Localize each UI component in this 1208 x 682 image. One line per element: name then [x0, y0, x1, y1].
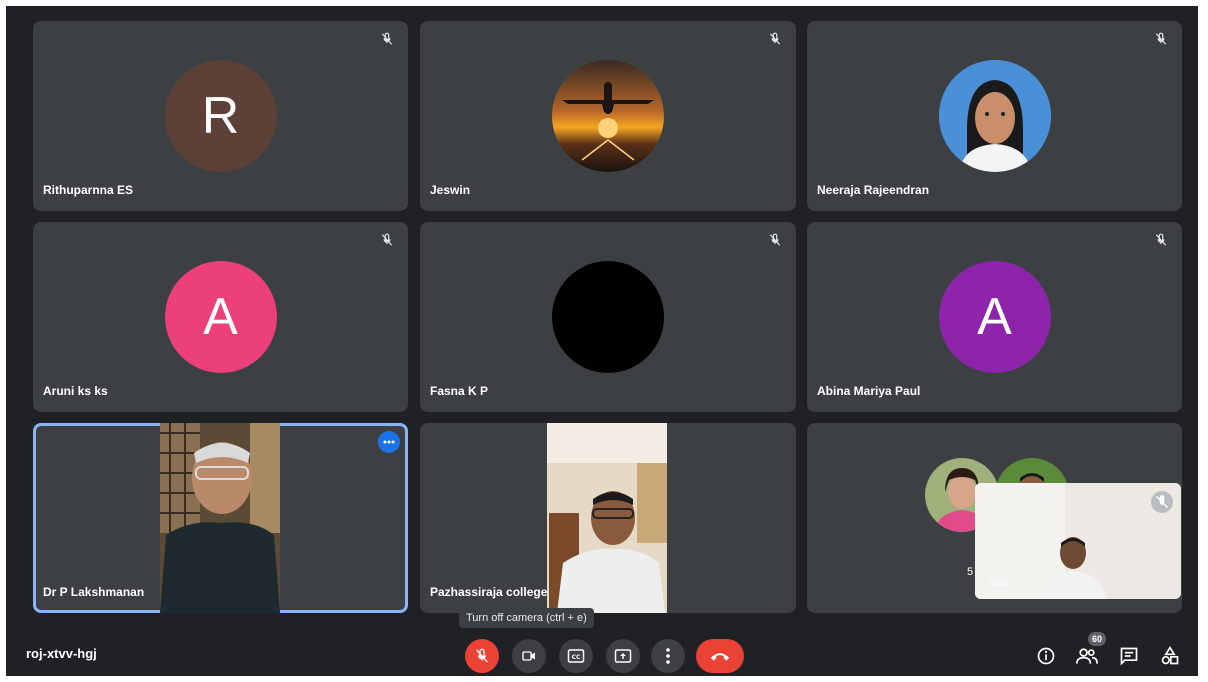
people-icon: [1076, 648, 1098, 664]
self-label: You: [989, 577, 1008, 589]
participant-name: Pazhassiraja college: [430, 585, 548, 599]
participant-tile[interactable]: A Abina Mariya Paul: [807, 222, 1182, 412]
participant-tile[interactable]: A Aruni ks ks: [33, 222, 408, 412]
participant-tile[interactable]: Jeswin: [420, 21, 796, 211]
call-end-icon: [710, 653, 730, 661]
participant-tile[interactable]: Pazhassiraja college: [420, 423, 796, 613]
control-bar: Turn off camera (ctrl + e) roj-xtvv-hgj …: [6, 608, 1198, 676]
meeting-info-button[interactable]: [1033, 643, 1059, 669]
meeting-code: roj-xtvv-hgj: [26, 646, 97, 661]
meeting-stage: R Rithuparnna ES Jeswin Neeraja Rajeendr…: [6, 6, 1198, 676]
participant-video: [160, 423, 280, 613]
mic-off-icon: [769, 32, 781, 45]
avatar: A: [938, 261, 1051, 373]
more-options-button[interactable]: [378, 431, 400, 453]
more-horiz-icon: [383, 440, 395, 444]
participant-name: Dr P Lakshmanan: [43, 585, 145, 599]
mic-off-icon: [381, 233, 393, 246]
mic-off-icon: [381, 32, 393, 45]
videocam-icon: [522, 651, 535, 661]
avatar: R: [164, 60, 277, 172]
more-vert-icon: [666, 648, 670, 664]
self-view[interactable]: You: [975, 483, 1181, 599]
avatar-airplane-photo: [552, 60, 664, 172]
avatar-portrait-photo: [938, 60, 1051, 172]
captions-button[interactable]: CC: [559, 639, 593, 673]
leave-call-button[interactable]: [696, 639, 744, 673]
participant-name: Fasna K P: [430, 384, 489, 398]
info-icon: [1037, 647, 1055, 665]
avatar-initial: R: [201, 87, 240, 145]
avatar-black: [552, 261, 664, 373]
mic-off-icon: [1155, 233, 1167, 246]
avatar-initial: A: [977, 288, 1012, 346]
chat-icon: [1120, 647, 1138, 666]
mic-off-icon: [769, 233, 781, 246]
participant-name: Rithuparnna ES: [43, 183, 134, 197]
participant-name: Neeraja Rajeendran: [817, 183, 930, 197]
camera-toggle-button[interactable]: [512, 639, 546, 673]
participant-video: [547, 423, 667, 613]
activities-icon: [1161, 646, 1179, 665]
participant-name: Jeswin: [430, 183, 471, 197]
mic-toggle-button[interactable]: [465, 639, 499, 673]
activities-button[interactable]: [1157, 643, 1183, 669]
chat-button[interactable]: [1116, 643, 1142, 669]
participant-tile-active-speaker[interactable]: Dr P Lakshmanan: [33, 423, 408, 613]
more-participants-count: 5: [967, 566, 974, 578]
closed-captions-icon: CC: [567, 649, 585, 663]
participant-tile[interactable]: Fasna K P: [420, 222, 796, 412]
present-screen-icon: [614, 649, 632, 663]
participant-name: Aruni ks ks: [43, 384, 108, 398]
more-options-button[interactable]: [651, 639, 685, 673]
avatar: A: [164, 261, 277, 373]
participant-tile[interactable]: R Rithuparnna ES: [33, 21, 408, 211]
self-mic-off-icon: [1151, 491, 1173, 513]
avatar-initial: A: [203, 288, 238, 346]
camera-tooltip: Turn off camera (ctrl + e): [459, 608, 594, 628]
present-button[interactable]: [606, 639, 640, 673]
people-button[interactable]: [1074, 643, 1100, 669]
mic-off-icon: [1155, 32, 1167, 45]
participant-name: Abina Mariya Paul: [817, 384, 921, 398]
mic-off-icon: [476, 648, 488, 663]
svg-text:CC: CC: [572, 654, 581, 661]
participant-tile[interactable]: Neeraja Rajeendran: [807, 21, 1182, 211]
